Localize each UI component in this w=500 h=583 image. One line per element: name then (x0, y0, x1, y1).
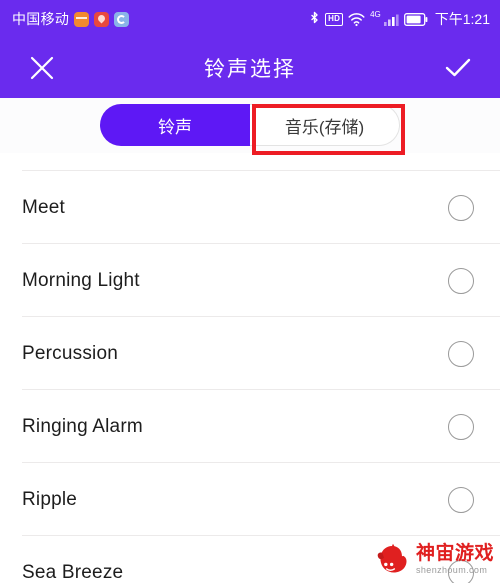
radio-button[interactable] (448, 413, 474, 440)
check-icon (445, 58, 471, 77)
confirm-button[interactable] (436, 46, 480, 90)
list-item-label: Ringing Alarm (22, 415, 143, 437)
radio-button[interactable] (448, 267, 474, 294)
watermark-url: shenzhoum.com (415, 564, 488, 575)
carrier-label: 中国移动 (12, 11, 70, 27)
wifi-icon (348, 12, 365, 26)
list-item[interactable]: Ripple (0, 463, 500, 536)
app-header: 铃声选择 (0, 38, 500, 98)
list-item-label: Ripple (22, 488, 78, 510)
status-bar-left: 中国移动 (12, 9, 130, 29)
network-type-label: 4G (370, 10, 381, 19)
heart-app-icon (94, 11, 110, 27)
tab-switcher: 铃声 音乐(存储) (100, 104, 400, 146)
radio-button[interactable] (448, 486, 474, 513)
tab-music-storage-label: 音乐(存储) (284, 117, 365, 137)
tab-music-storage[interactable]: 音乐(存储) (250, 104, 400, 146)
calendar-app-icon (74, 11, 90, 27)
close-button[interactable] (20, 46, 64, 90)
list-item[interactable]: Meet (0, 171, 500, 244)
list-item[interactable]: Morning Light (0, 244, 500, 317)
ringtone-list[interactable]: Meet Morning Light Percussion Ringing Al… (0, 98, 500, 583)
unicorn-logo (377, 543, 407, 573)
bluetooth-icon (311, 11, 318, 23)
status-bar-right: HD 4G 下午1:21 (309, 9, 490, 29)
list-item-label: Meet (22, 196, 66, 218)
tab-ringtones[interactable]: 铃声 (100, 104, 250, 146)
radio-button[interactable] (448, 340, 474, 367)
list-item-label: Percussion (22, 342, 118, 364)
hd-badge: HD (325, 12, 344, 26)
watermark-text: 神宙游戏 shenzhoum.com (416, 544, 494, 575)
status-bar-clock: 下午1:21 (434, 11, 490, 27)
close-icon (30, 56, 54, 80)
content-area: Meet Morning Light Percussion Ringing Al… (0, 98, 500, 583)
tab-bar: 铃声 音乐(存储) (0, 98, 500, 153)
list-item-label: Sea Breeze (22, 561, 124, 583)
watermark: 神宙游戏 shenzhoum.com (375, 541, 494, 577)
watermark-title: 神宙游戏 (415, 542, 494, 564)
signal-bars-icon (383, 14, 399, 26)
status-bar: 中国移动 HD 4G 下午1:21 (0, 0, 500, 38)
browser-app-icon (114, 11, 130, 27)
page-title: 铃声选择 (204, 58, 296, 81)
list-item[interactable]: Ringing Alarm (0, 390, 500, 463)
list-item-label: Morning Light (22, 269, 140, 291)
tab-ringtones-label: 铃声 (158, 117, 192, 137)
battery-icon (403, 12, 428, 26)
radio-button[interactable] (448, 194, 474, 221)
list-item[interactable]: Percussion (0, 317, 500, 390)
